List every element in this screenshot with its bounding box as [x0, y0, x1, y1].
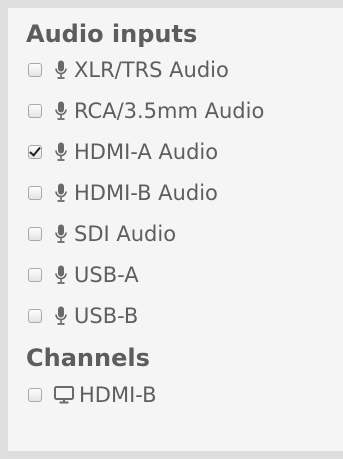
audio-input-sdi[interactable]: SDI Audio	[26, 213, 343, 254]
audio-input-hdmi-a-checkbox[interactable]	[28, 144, 42, 159]
audio-input-hdmi-b-checkbox[interactable]	[28, 185, 42, 200]
audio-input-hdmi-b-label: HDMI-B Audio	[74, 180, 218, 205]
microphone-icon	[54, 59, 68, 81]
audio-input-usb-b[interactable]: USB-B	[26, 295, 343, 336]
audio-input-rca[interactable]: RCA/3.5mm Audio	[26, 90, 343, 131]
monitor-icon	[54, 384, 74, 406]
microphone-icon	[54, 182, 68, 204]
channel-hdmi-b[interactable]: HDMI-B	[26, 374, 343, 415]
audio-input-xlr-trs-label: XLR/TRS Audio	[74, 58, 229, 82]
audio-input-usb-b-checkbox[interactable]	[28, 308, 42, 323]
audio-input-rca-label: RCA/3.5mm Audio	[74, 98, 265, 123]
microphone-icon	[54, 223, 68, 245]
source-selection-panel: Audio inputs XLR/TRS Audio RCA/3.5mm Aud…	[0, 0, 343, 459]
audio-input-hdmi-a[interactable]: HDMI-A Audio	[26, 131, 343, 172]
audio-input-usb-a-checkbox[interactable]	[28, 267, 42, 282]
microphone-icon	[54, 264, 68, 286]
audio-input-xlr-trs-checkbox[interactable]	[28, 63, 42, 77]
microphone-icon	[54, 141, 68, 163]
audio-input-hdmi-a-label: HDMI-A Audio	[74, 139, 219, 164]
microphone-icon	[54, 305, 68, 327]
audio-input-usb-b-label: USB-B	[74, 303, 139, 328]
audio-input-hdmi-b[interactable]: HDMI-B Audio	[26, 172, 343, 213]
channels-heading: Channels	[26, 344, 150, 372]
audio-input-rca-checkbox[interactable]	[28, 103, 42, 118]
audio-input-sdi-checkbox[interactable]	[28, 226, 42, 241]
microphone-icon	[54, 100, 68, 122]
audio-input-usb-a[interactable]: USB-A	[26, 254, 343, 295]
audio-input-sdi-label: SDI Audio	[74, 221, 177, 246]
audio-inputs-list: XLR/TRS Audio RCA/3.5mm Audio HDMI-A Aud…	[26, 50, 343, 336]
channel-hdmi-b-checkbox[interactable]	[28, 387, 42, 402]
audio-inputs-heading: Audio inputs	[26, 20, 198, 48]
channel-hdmi-b-label: HDMI-B	[79, 382, 157, 407]
audio-input-xlr-trs[interactable]: XLR/TRS Audio	[26, 50, 343, 90]
audio-input-usb-a-label: USB-A	[74, 262, 139, 287]
channels-list: HDMI-B	[26, 374, 343, 415]
